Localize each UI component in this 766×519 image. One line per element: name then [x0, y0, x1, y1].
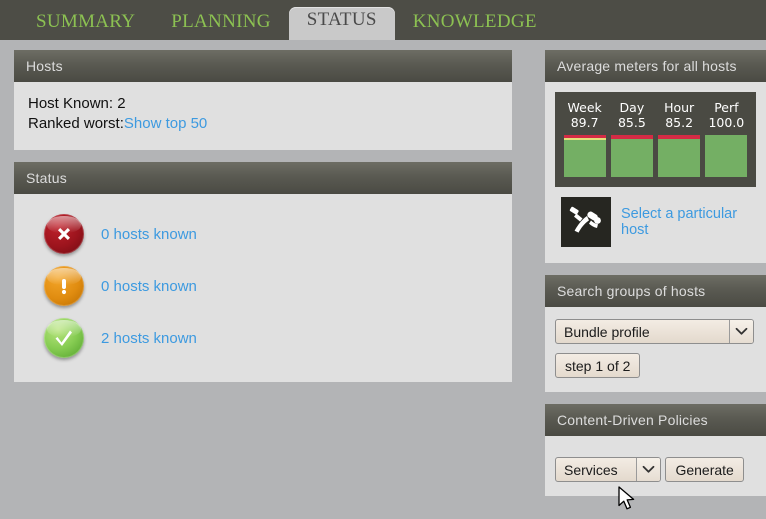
status-panel-body: 0 hosts known 0 hosts known 2 hosts know… [14, 194, 512, 382]
meters-panel-title: Average meters for all hosts [545, 50, 766, 82]
meter-day-name: Day [619, 100, 645, 115]
meter-hour-name: Hour [664, 100, 695, 115]
chevron-down-glyph [642, 465, 655, 473]
meter-perf-name: Perf [714, 100, 739, 115]
search-panel-body: Bundle profile step 1 of 2 [545, 307, 766, 392]
meter-perf: Perf 100.0 [703, 100, 750, 177]
sidebar-column: Average meters for all hosts Week 89.7 D… [545, 50, 766, 508]
meter-hour-value: 85.2 [665, 115, 694, 130]
meters-chart: Week 89.7 Day 85.5 Hour 85.2 Perf 100.0 [555, 92, 756, 187]
warning-hosts-link[interactable]: 0 hosts known [101, 278, 197, 295]
meter-hour-bar [658, 135, 701, 177]
search-panel-title: Search groups of hosts [545, 275, 766, 307]
bundle-profile-value: Bundle profile [564, 323, 650, 340]
average-meters-panel: Average meters for all hosts Week 89.7 D… [545, 50, 766, 263]
status-panel: Status 0 hosts known 0 hosts known 2 hos… [14, 162, 512, 382]
generate-button[interactable]: Generate [665, 457, 744, 482]
meter-week: Week 89.7 [561, 100, 608, 177]
meter-hour: Hour 85.2 [656, 100, 703, 177]
meter-day-bar [610, 135, 653, 177]
status-row-ok: 2 hosts known [26, 312, 500, 364]
hosts-panel-body: Host Known: 2 Ranked worst:Show top 50 [14, 82, 512, 150]
chevron-down-glyph [735, 327, 748, 335]
meter-day: Day 85.5 [608, 100, 655, 177]
tab-knowledge[interactable]: KNOWLEDGE [395, 9, 555, 40]
scuba-diver-glyph [569, 206, 601, 233]
status-panel-title: Status [14, 162, 512, 194]
status-row-critical: 0 hosts known [26, 208, 500, 260]
status-row-warning: 0 hosts known [26, 260, 500, 312]
host-known-count: Host Known: 2 [28, 95, 126, 112]
warning-circle-icon [44, 266, 84, 306]
select-particular-host-link[interactable]: Select a particular host [621, 206, 756, 238]
hosts-panel: Hosts Host Known: 2 Ranked worst:Show to… [14, 50, 512, 150]
show-top-50-link[interactable]: Show top 50 [124, 115, 207, 132]
cross-glyph [58, 228, 70, 240]
ok-circle-icon [44, 318, 84, 358]
ranked-worst-label: Ranked worst: [28, 115, 124, 132]
bundle-profile-dropdown[interactable]: Bundle profile [555, 319, 754, 344]
main-content-column: Hosts Host Known: 2 Ranked worst:Show to… [14, 50, 512, 394]
meter-week-bar [563, 135, 606, 177]
tab-planning[interactable]: PLANNING [153, 9, 289, 40]
top-navigation-bar: SUMMARY PLANNING STATUS KNOWLEDGE [0, 0, 766, 40]
services-dropdown[interactable]: Services [555, 457, 661, 482]
hosts-panel-title: Hosts [14, 50, 512, 82]
meter-week-name: Week [567, 100, 602, 115]
policies-panel-body: Services Generate [545, 436, 766, 496]
content-driven-policies-panel: Content-Driven Policies Services Generat… [545, 404, 766, 496]
meters-panel-body: Week 89.7 Day 85.5 Hour 85.2 Perf 100.0 … [545, 82, 766, 263]
policies-panel-title: Content-Driven Policies [545, 404, 766, 436]
scuba-diver-icon[interactable] [561, 197, 611, 247]
meter-week-value: 89.7 [570, 115, 599, 130]
select-host-row[interactable]: Select a particular host [555, 187, 756, 251]
search-groups-panel: Search groups of hosts Bundle profile st… [545, 275, 766, 392]
exclamation-glyph [61, 279, 67, 295]
ok-hosts-link[interactable]: 2 hosts known [101, 330, 197, 347]
meter-day-value: 85.5 [617, 115, 646, 130]
services-value: Services [564, 461, 618, 478]
checkmark-glyph [55, 330, 72, 346]
nav-tab-list: SUMMARY PLANNING STATUS KNOWLEDGE [0, 0, 766, 40]
meter-perf-value: 100.0 [708, 115, 745, 130]
chevron-down-icon[interactable] [729, 320, 753, 343]
tab-status[interactable]: STATUS [288, 7, 395, 40]
chevron-down-icon[interactable] [636, 458, 660, 481]
ranked-worst-row: Ranked worst:Show top 50 [28, 114, 498, 134]
meter-perf-bar [705, 135, 748, 177]
tab-summary[interactable]: SUMMARY [18, 9, 153, 40]
step-1-of-2-button[interactable]: step 1 of 2 [555, 353, 641, 378]
critical-hosts-link[interactable]: 0 hosts known [101, 226, 197, 243]
error-circle-icon [44, 214, 84, 254]
